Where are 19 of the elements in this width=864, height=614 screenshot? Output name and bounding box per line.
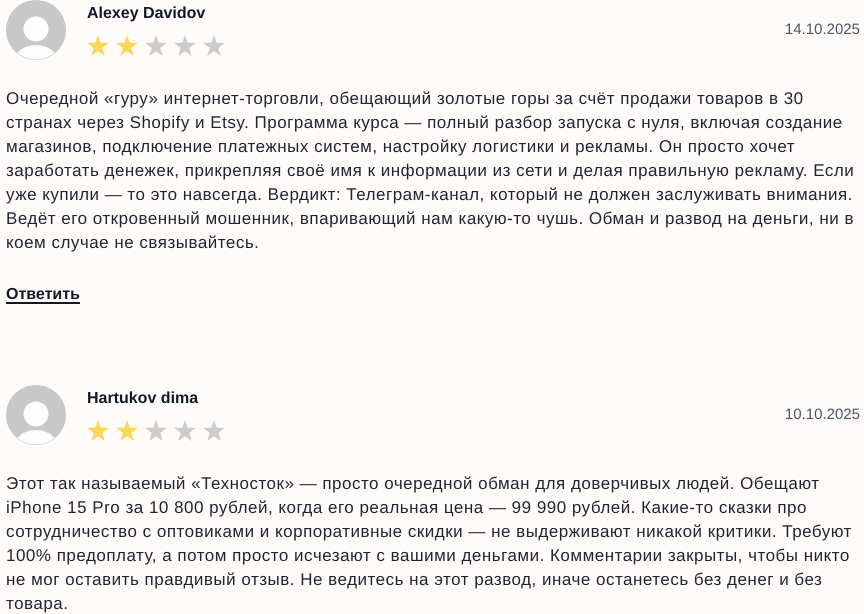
star-icon [174, 35, 196, 56]
review-text: Очередной «гуру» интернет-торговли, обещающий золотые горы за счёт продажи товаров в 30 странах через Shopify и Etsy. Программа курса — полный разбор запуска с нуля, включая создание магазинов, подключение платежных систем, настройку логистики и рекламы. Он просто хочет заработать денежек, прикрепляя своё имя к информации из сети и делая правильную рекламу. Если уже купили — то это навсегда. Вердикт: Телеграм-канал, который не должен заслуживать внимания. Ведёт его откровенный мошенник, впаривающий нам какую-то чушь. Обман и развод на деньги, ни в коем случае не связывайтесь. [6, 88, 856, 254]
avatar-icon [6, 0, 66, 60]
reply-link[interactable]: Ответить [6, 283, 80, 307]
review-date: 14.10.2025 [784, 20, 860, 40]
star-icon [116, 420, 138, 441]
star-icon [203, 420, 225, 441]
author-name: Alexey Davidov [87, 4, 206, 24]
star-icon [145, 420, 167, 441]
review-date: 10.10.2025 [784, 405, 860, 425]
star-icon [145, 35, 167, 56]
star-icon [87, 35, 109, 56]
star-icon [116, 35, 138, 56]
star-icon [203, 35, 225, 56]
avatar-icon [6, 385, 66, 445]
author-name: Hartukov dima [87, 389, 200, 409]
star-icon [174, 420, 196, 441]
review-text: Этот так называемый «Техносток» — просто очередной обман для доверчивых людей. Обещают iPhone 15 Pro за 10 800 рублей, когда его реальная цена — 99 990 рублей. Какие-то сказки про сотрудничество с оптовиками и корпоративные скидки — не выдерживают никакой критики. Требуют 100% предоплату, а потом просто исчезают с вашими деньгами. Комментарии закрыты, чтобы никто не мог оставить правдивый отзыв. Не ведитесь на этот развод, иначе останетесь без денег и без товара. [6, 473, 853, 614]
star-icon [87, 420, 109, 441]
